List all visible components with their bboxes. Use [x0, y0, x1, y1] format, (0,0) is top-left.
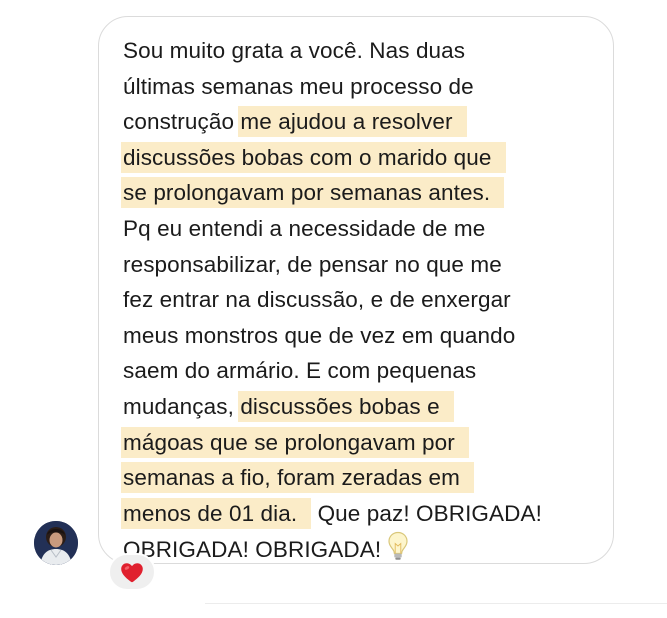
message-text: Sou muito grata a você. Nas duas últimas… — [121, 33, 603, 572]
message-line: Pq eu entendi a necessidade de me — [123, 215, 486, 241]
red-heart-icon — [121, 562, 143, 582]
highlighted-text: mágoas que se prolongavam por — [121, 426, 469, 458]
highlighted-text: se prolongavam por semanas antes. — [121, 177, 505, 209]
message-line: OBRIGADA! OBRIGADA! — [123, 531, 603, 572]
message-line: semanas a fio, foram zeradas em — [121, 460, 603, 496]
message-line: Sou muito grata a você. Nas duas — [123, 38, 466, 63]
divider — [205, 603, 667, 604]
highlighted-text: discussões bobas e — [238, 390, 454, 422]
highlighted-text: me ajudou a resolver — [238, 106, 467, 138]
message-line: menos de 01 dia. Que paz! OBRIGADA! — [121, 496, 603, 532]
message-line: responsabilizar, de pensar no que me — [123, 251, 502, 277]
highlighted-text: semanas a fio, foram zeradas em — [121, 462, 474, 494]
avatar-photo-icon — [34, 521, 78, 565]
highlighted-text: menos de 01 dia. — [121, 497, 312, 529]
message-line: se prolongavam por semanas antes. — [121, 175, 603, 211]
message-line: meus monstros que de vez em quando — [123, 322, 516, 348]
message-line: saem do armário. E com pequenas — [123, 358, 477, 384]
message-line: mudanças, discussões bobas e — [123, 389, 603, 425]
message-line: construção me ajudou a resolver — [123, 104, 603, 140]
avatar[interactable] — [34, 521, 78, 565]
reaction-badge[interactable] — [108, 553, 156, 591]
lightbulb-icon — [387, 531, 409, 572]
message-line: fez entrar na discussão, e de enxergar — [123, 287, 511, 313]
message-line: mágoas que se prolongavam por — [121, 425, 603, 461]
message-line: últimas semanas meu processo de — [123, 73, 474, 99]
highlighted-text: discussões bobas com o marido que — [121, 141, 506, 173]
message-line: discussões bobas com o marido que — [121, 140, 603, 176]
